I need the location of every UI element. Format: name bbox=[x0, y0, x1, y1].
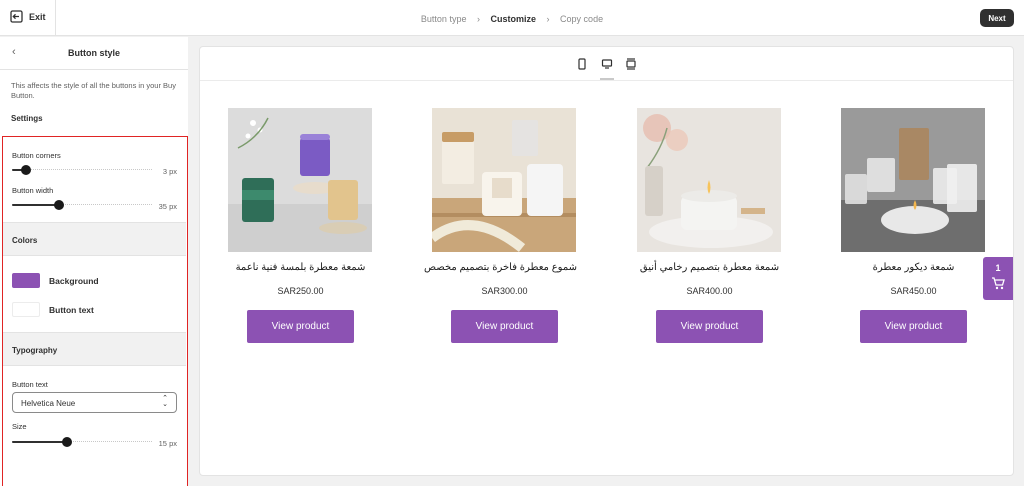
product-price: SAR450.00 bbox=[890, 286, 937, 296]
colors-heading: Colors bbox=[12, 236, 38, 245]
product-image[interactable] bbox=[432, 108, 576, 252]
desktop-icon[interactable] bbox=[600, 57, 614, 71]
top-bar: Exit Button type › Customize › Copy code… bbox=[0, 0, 1024, 36]
colors-section-header: Colors bbox=[3, 222, 186, 256]
font-select-value: Helvetica Neue bbox=[21, 399, 76, 408]
size-slider[interactable] bbox=[12, 437, 152, 447]
active-device-indicator bbox=[600, 78, 614, 80]
view-product-button[interactable]: View product bbox=[451, 310, 558, 343]
device-toolbar bbox=[200, 47, 1013, 81]
settings-heading: Settings bbox=[11, 114, 43, 123]
cart-icon bbox=[992, 277, 1005, 290]
product-image[interactable] bbox=[841, 108, 985, 252]
sidebar-description: This affects the style of all the button… bbox=[11, 81, 176, 100]
step-copy-code[interactable]: Copy code bbox=[560, 14, 603, 24]
product-price: SAR400.00 bbox=[686, 286, 733, 296]
slider-handle[interactable] bbox=[21, 165, 31, 175]
button-width-label: Button width bbox=[12, 186, 54, 195]
button-corners-label: Button corners bbox=[12, 151, 61, 160]
product-title[interactable]: شموع معطرة فاخرة بتصميم مخصص bbox=[424, 262, 577, 276]
product-title[interactable]: شمعة معطرة بتصميم رخامي أنيق bbox=[637, 262, 782, 276]
sidebar-header: ‹ Button style bbox=[0, 37, 188, 70]
button-corners-value: 3 px bbox=[162, 167, 177, 176]
product-card: شمعة ديكور معطرة SAR450.00 View product bbox=[841, 108, 986, 343]
next-button[interactable]: Next bbox=[980, 9, 1014, 27]
background-color-swatch[interactable] bbox=[12, 273, 40, 288]
product-card: شمعة معطرة بلمسة فنية ناعمة SAR250.00 Vi… bbox=[228, 108, 373, 343]
size-value: 15 px bbox=[158, 439, 177, 448]
cart-tab[interactable]: 1 bbox=[983, 257, 1013, 300]
select-arrows-icon: ⌃ ⌄ bbox=[162, 395, 168, 408]
step-customize[interactable]: Customize bbox=[491, 14, 537, 24]
sidebar: ‹ Button style This affects the style of… bbox=[0, 37, 188, 486]
size-label: Size bbox=[12, 422, 27, 431]
slider-fill bbox=[12, 203, 59, 206]
fullwidth-icon[interactable] bbox=[624, 57, 638, 71]
product-card: شموع معطرة فاخرة بتصميم مخصص SAR300.00 V… bbox=[424, 108, 577, 343]
slider-handle[interactable] bbox=[54, 200, 64, 210]
product-title[interactable]: شمعة ديكور معطرة bbox=[841, 262, 986, 276]
chevron-right-icon: › bbox=[476, 13, 480, 24]
button-text-color-label: Button text bbox=[49, 305, 94, 315]
mobile-icon[interactable] bbox=[575, 57, 589, 71]
view-product-button[interactable]: View product bbox=[247, 310, 354, 343]
button-width-slider[interactable] bbox=[12, 200, 152, 210]
typography-heading: Typography bbox=[12, 346, 58, 355]
view-product-button[interactable]: View product bbox=[860, 310, 967, 343]
cart-count: 1 bbox=[995, 263, 1001, 273]
product-title[interactable]: شمعة معطرة بلمسة فنية ناعمة bbox=[228, 262, 373, 276]
product-card: شمعة معطرة بتصميم رخامي أنيق SAR400.00 V… bbox=[637, 108, 782, 343]
product-price: SAR250.00 bbox=[277, 286, 324, 296]
sidebar-title: Button style bbox=[67, 48, 120, 58]
step-breadcrumb: Button type › Customize › Copy code bbox=[0, 13, 1024, 24]
slider-track bbox=[12, 169, 152, 170]
view-product-button[interactable]: View product bbox=[656, 310, 763, 343]
chevron-right-icon: › bbox=[546, 13, 550, 24]
button-text-color-swatch[interactable] bbox=[12, 302, 40, 317]
preview-panel: شمعة معطرة بلمسة فنية ناعمة SAR250.00 Vi… bbox=[199, 46, 1014, 476]
product-image[interactable] bbox=[637, 108, 781, 252]
slider-fill bbox=[12, 440, 67, 443]
background-label: Background bbox=[49, 276, 99, 286]
button-corners-slider[interactable] bbox=[12, 165, 152, 175]
slider-handle[interactable] bbox=[62, 437, 72, 447]
font-select[interactable]: Helvetica Neue ⌃ ⌄ bbox=[12, 392, 177, 413]
product-image[interactable] bbox=[228, 108, 372, 252]
button-width-value: 35 px bbox=[158, 202, 177, 211]
typography-section-header: Typography bbox=[3, 332, 186, 366]
font-label: Button text bbox=[12, 380, 48, 389]
product-price: SAR300.00 bbox=[481, 286, 528, 296]
step-button-type[interactable]: Button type bbox=[421, 14, 467, 24]
highlighted-settings-box: Button corners 3 px Button width 35 px C… bbox=[2, 136, 188, 486]
